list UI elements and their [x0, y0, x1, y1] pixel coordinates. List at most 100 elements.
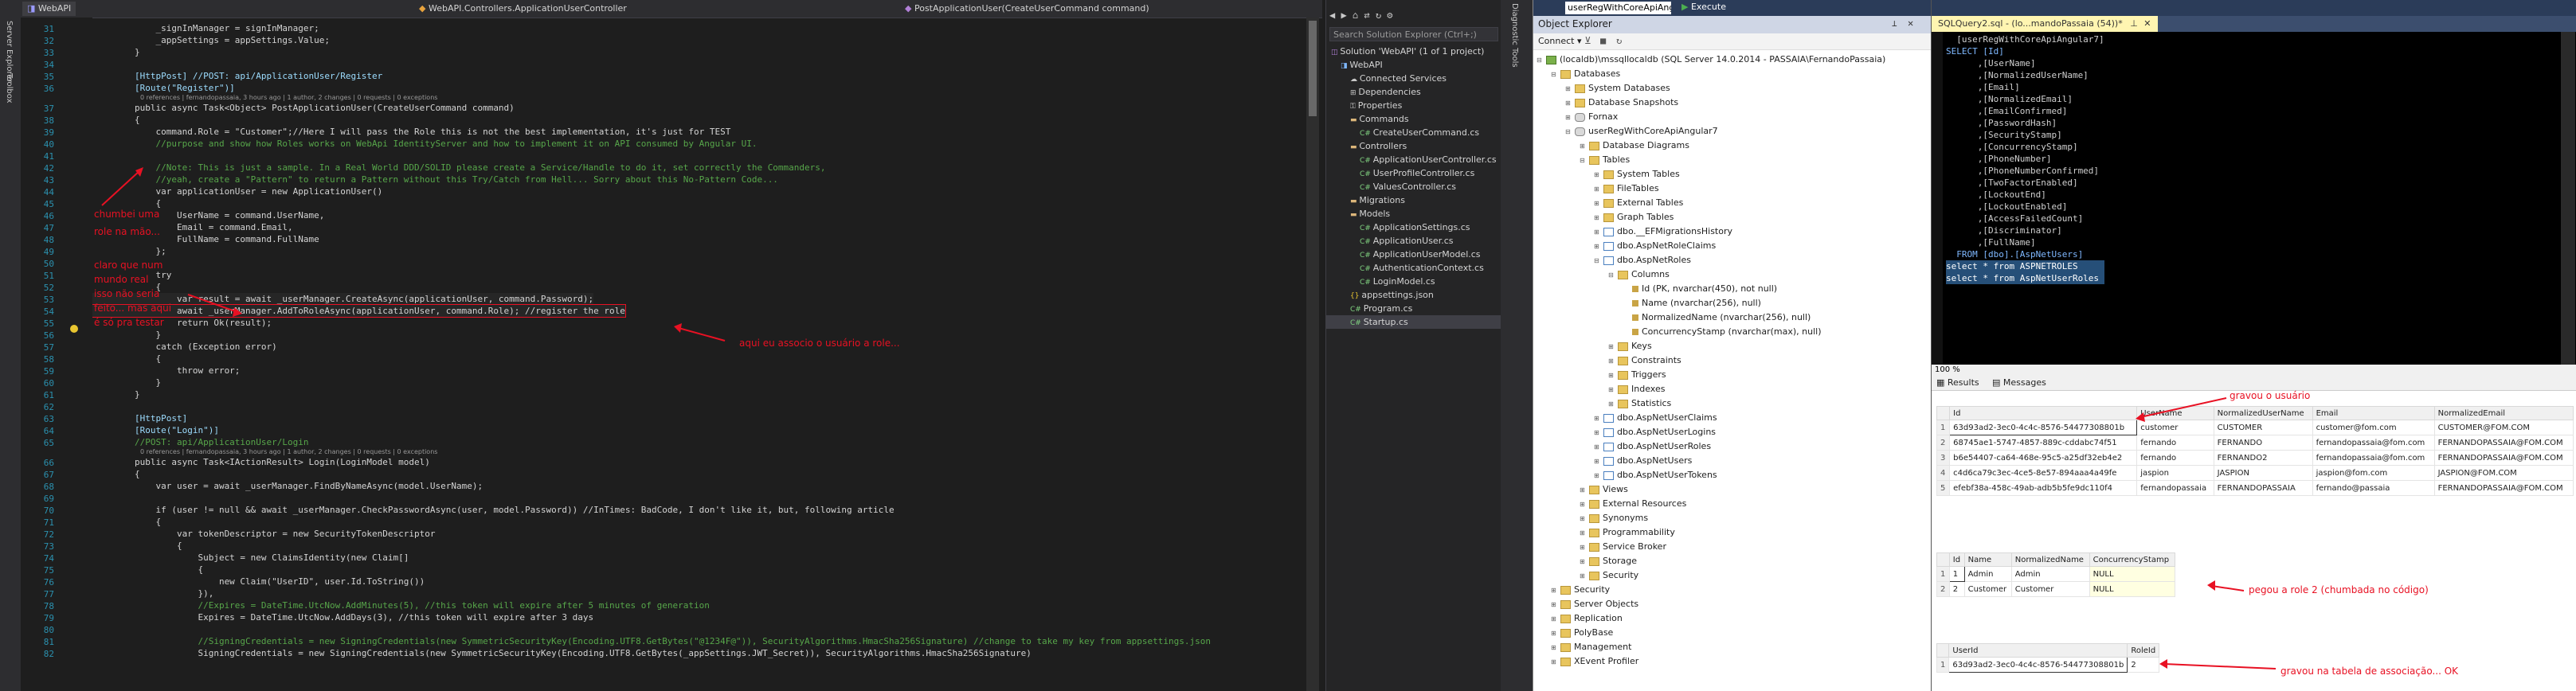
- object-tree-item[interactable]: ⊞ Server Objects: [1533, 597, 1932, 611]
- expand-icon[interactable]: ⊞: [1594, 182, 1602, 197]
- expand-icon[interactable]: ⊞: [1594, 469, 1602, 483]
- expand-icon[interactable]: ⊞: [1594, 440, 1602, 455]
- expand-icon[interactable]: ⊞: [1594, 211, 1602, 225]
- expand-icon[interactable]: ⊞: [1551, 641, 1559, 655]
- pin-icon[interactable]: ⊥: [2130, 18, 2138, 29]
- expand-icon[interactable]: ⊞: [1551, 655, 1559, 670]
- object-tree-item[interactable]: ⊞ Replication: [1533, 611, 1932, 626]
- solution-item[interactable]: C# ApplicationSettings.cs: [1326, 221, 1501, 234]
- expand-icon[interactable]: ⊞: [1608, 369, 1616, 383]
- expand-icon[interactable]: ⊞: [1580, 569, 1587, 584]
- solution-item[interactable]: ☁ Connected Services: [1326, 72, 1501, 85]
- forward-icon[interactable]: ▶: [1341, 10, 1352, 21]
- solution-item[interactable]: ◫ Solution 'WebAPI' (1 of 1 project): [1326, 45, 1501, 58]
- solution-item[interactable]: C# AuthenticationContext.cs: [1326, 261, 1501, 275]
- object-tree-item[interactable]: Name (nvarchar(256), null): [1533, 296, 1932, 310]
- expand-icon[interactable]: ⊞: [1551, 598, 1559, 612]
- collapse-icon[interactable]: ⊟: [1537, 53, 1544, 68]
- collapse-icon[interactable]: ⊟: [1594, 254, 1602, 268]
- settings-icon[interactable]: ⚙: [1387, 10, 1392, 21]
- expand-icon[interactable]: ⊞: [1594, 225, 1602, 240]
- zoom-level[interactable]: 100 %: [1935, 365, 1960, 374]
- object-tree-item[interactable]: ⊞ Synonyms: [1533, 511, 1932, 525]
- expand-icon[interactable]: ⊞: [1594, 455, 1602, 469]
- close-tab-icon[interactable]: ✕: [2143, 18, 2151, 29]
- home-icon[interactable]: ⌂: [1353, 10, 1364, 21]
- expand-icon[interactable]: ⊞: [1565, 82, 1573, 96]
- solution-item[interactable]: C# ApplicationUserController.cs: [1326, 153, 1501, 166]
- expand-icon[interactable]: ⊞: [1608, 397, 1616, 412]
- expand-icon[interactable]: ⊞: [1608, 340, 1616, 354]
- solution-item[interactable]: C# ApplicationUserModel.cs: [1326, 248, 1501, 261]
- object-tree-item[interactable]: ⊟ (localdb)\mssqllocaldb (SQL Server 14.0…: [1533, 53, 1932, 67]
- object-tree-item[interactable]: ⊞ System Tables: [1533, 167, 1932, 182]
- expand-icon[interactable]: ⊞: [1594, 412, 1602, 426]
- sql-text[interactable]: [userRegWithCoreApiAngular7] SELECT [Id] …: [1946, 33, 2104, 284]
- refresh-icon[interactable]: ↻: [1376, 10, 1387, 21]
- sql-scrollbar[interactable]: [2561, 32, 2575, 374]
- object-tree-item[interactable]: ⊞ dbo.AspNetUserRoles: [1533, 439, 1932, 454]
- object-tree-item[interactable]: ⊞ Service Broker: [1533, 540, 1932, 554]
- expand-icon[interactable]: ⊞: [1580, 483, 1587, 498]
- expand-icon[interactable]: ⊞: [1594, 168, 1602, 182]
- collapse-icon[interactable]: ⊟: [1565, 125, 1573, 139]
- expand-icon[interactable]: ⊞: [1608, 354, 1616, 369]
- sql-editor[interactable]: [userRegWithCoreApiAngular7] SELECT [Id] …: [1932, 32, 2576, 374]
- object-tree-item[interactable]: ⊞ dbo.AspNetUserClaims: [1533, 411, 1932, 425]
- expand-icon[interactable]: ⊞: [1608, 383, 1616, 397]
- expand-icon[interactable]: ⊞: [1594, 240, 1602, 254]
- solution-item[interactable]: ⊞ Dependencies: [1326, 85, 1501, 99]
- expand-icon[interactable]: ⊞: [1580, 498, 1587, 512]
- object-tree-item[interactable]: ⊞ Graph Tables: [1533, 210, 1932, 224]
- object-tree-item[interactable]: ⊞ Triggers: [1533, 368, 1932, 382]
- solution-item[interactable]: C# ValuesController.cs: [1326, 180, 1501, 193]
- solution-item[interactable]: ▬ Commands: [1326, 112, 1501, 126]
- object-tree-item[interactable]: ⊟ dbo.AspNetRoles: [1533, 253, 1932, 267]
- object-tree-item[interactable]: Id (PK, nvarchar(450), not null): [1533, 282, 1932, 296]
- object-tree-item[interactable]: ⊞ External Tables: [1533, 196, 1932, 210]
- expand-icon[interactable]: ⊞: [1580, 541, 1587, 555]
- object-tree-item[interactable]: ⊞ External Resources: [1533, 497, 1932, 511]
- object-tree-item[interactable]: ⊞ Security: [1533, 568, 1932, 583]
- filter-icon[interactable]: ⊻: [1584, 35, 1591, 46]
- solution-item[interactable]: ⚿ Properties: [1326, 99, 1501, 112]
- object-tree-item[interactable]: ⊟ Databases: [1533, 67, 1932, 81]
- stop-icon[interactable]: ■: [1600, 35, 1606, 46]
- solution-item[interactable]: C# UserProfileController.cs: [1326, 166, 1501, 180]
- object-tree-item[interactable]: ⊞ Constraints: [1533, 353, 1932, 368]
- query-tab[interactable]: SQLQuery2.sql - (lo...mandoPassaia (54))…: [1932, 16, 2158, 32]
- expand-icon[interactable]: ⊞: [1594, 426, 1602, 440]
- expand-icon[interactable]: ⊞: [1580, 139, 1587, 154]
- object-tree-item[interactable]: ⊞ XEvent Profiler: [1533, 654, 1932, 669]
- diagnostic-tools-tab[interactable]: Diagnostic Tools: [1510, 3, 1519, 68]
- object-tree-item[interactable]: ⊞ dbo.AspNetUsers: [1533, 454, 1932, 468]
- object-tree-item[interactable]: ⊞ Indexes: [1533, 382, 1932, 396]
- solution-item[interactable]: C# Startup.cs: [1326, 315, 1501, 329]
- sync-icon[interactable]: ⇄: [1364, 10, 1375, 21]
- solution-item[interactable]: ▬ Models: [1326, 207, 1501, 221]
- pin-icon[interactable]: ⊥: [1892, 18, 1897, 29]
- collapse-icon[interactable]: ⊟: [1580, 154, 1587, 168]
- solution-item[interactable]: ▬ Migrations: [1326, 193, 1501, 207]
- solution-item[interactable]: C# CreateUserCommand.cs: [1326, 126, 1501, 139]
- object-tree-item[interactable]: ⊟ userRegWithCoreApiAngular7: [1533, 124, 1932, 139]
- object-tree-item[interactable]: ⊞ dbo.AspNetRoleClaims: [1533, 239, 1932, 253]
- object-tree-item[interactable]: ⊞ Management: [1533, 640, 1932, 654]
- collapse-icon[interactable]: ⊟: [1551, 68, 1559, 82]
- object-tree-item[interactable]: ⊞ Database Diagrams: [1533, 139, 1932, 153]
- solution-item[interactable]: ◨ WebAPI: [1326, 58, 1501, 72]
- editor-scrollbar[interactable]: [1306, 18, 1319, 691]
- expand-icon[interactable]: ⊞: [1594, 197, 1602, 211]
- collapse-icon[interactable]: ⊟: [1608, 268, 1616, 283]
- expand-icon[interactable]: ⊞: [1565, 96, 1573, 111]
- expand-icon[interactable]: ⊞: [1551, 584, 1559, 598]
- close-icon[interactable]: ✕: [1908, 18, 1913, 29]
- solution-search-input[interactable]: Search Solution Explorer (Ctrl+;): [1329, 27, 1498, 41]
- expand-icon[interactable]: ⊞: [1580, 512, 1587, 526]
- execute-button[interactable]: ▶ Execute: [1681, 2, 1726, 12]
- object-tree-item[interactable]: ⊞ Fornax: [1533, 110, 1932, 124]
- solution-item[interactable]: C# Program.cs: [1326, 302, 1501, 315]
- object-tree-item[interactable]: ⊞ FileTables: [1533, 182, 1932, 196]
- solution-item[interactable]: C# ApplicationUser.cs: [1326, 234, 1501, 248]
- refresh-icon[interactable]: ↻: [1616, 35, 1622, 46]
